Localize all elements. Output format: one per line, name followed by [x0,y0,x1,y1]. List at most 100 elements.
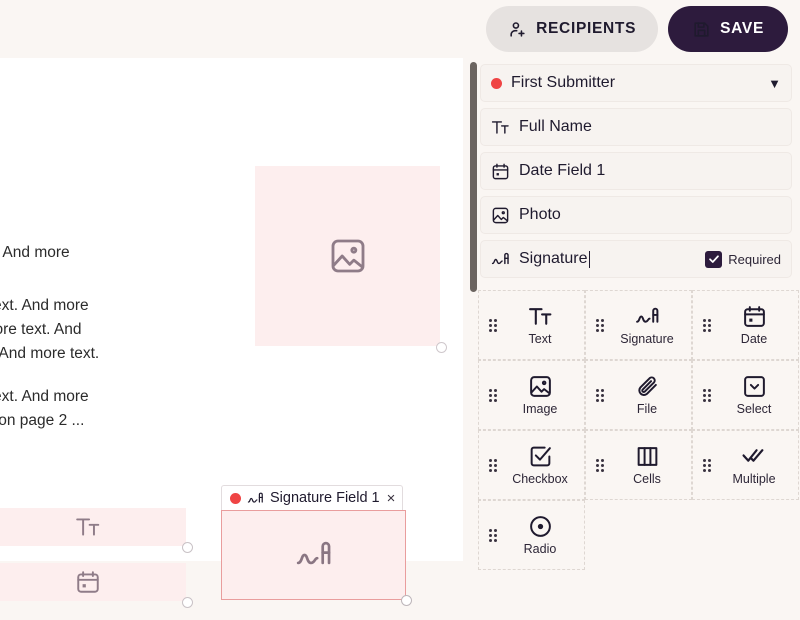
field-label: Photo [519,206,561,223]
required-toggle[interactable]: Required [705,250,781,268]
date-icon [492,163,509,179]
drag-handle-icon[interactable] [702,458,711,472]
submitter-selector[interactable]: First Submitter ▼ [480,64,792,102]
palette-label: Select [736,402,772,416]
field-list: First Submitter ▼ Full Name Date Field 1 [480,64,792,284]
text-icon [491,120,509,134]
palette-item-file[interactable]: File [585,360,692,430]
chevron-down-icon[interactable]: ▼ [768,76,781,91]
resize-handle[interactable] [401,595,412,606]
signature-icon [635,307,658,323]
palette-label: File [636,402,658,416]
document-line: ext. And more [0,244,70,261]
submitter-name: First Submitter [511,74,616,91]
add-user-icon [510,21,525,37]
document-page: ext. And more ore text. And more nd more… [0,58,463,608]
save-disk-icon [694,21,709,37]
save-button[interactable]: SAVE [668,6,788,52]
document-line: ore text. And more [0,388,89,405]
field-type-palette: Text Signature Date Image File Select Ch… [478,290,800,570]
document-viewport[interactable]: ext. And more ore text. And more nd more… [0,58,463,620]
palette-item-multiple[interactable]: Multiple [692,430,799,500]
field-label: Date Field 1 [519,162,606,179]
required-label: Required [728,251,781,267]
palette-item-cells[interactable]: Cells [585,430,692,500]
field-row-full-name[interactable]: Full Name [480,108,792,146]
palette-item-select[interactable]: Select [692,360,799,430]
close-icon[interactable]: × [387,491,396,506]
recipients-button[interactable]: RECIPIENTS [486,6,659,52]
palette-item-checkbox[interactable]: Checkbox [478,430,585,500]
drag-handle-icon[interactable] [595,318,604,332]
palette-label: Image [522,402,558,416]
top-toolbar: RECIPIENTS SAVE [0,0,800,58]
multiple-icon [741,449,763,462]
field-name-input[interactable]: Signature [519,250,696,268]
palette-label: Radio [523,542,557,556]
drag-handle-icon[interactable] [488,458,497,472]
document-line: inued on page 2 ... [0,412,85,429]
panel-scrollbar[interactable] [470,62,477,292]
resize-handle[interactable] [182,542,193,553]
palette-label: Date [740,332,768,346]
palette-label: Signature [620,332,674,346]
drag-handle-icon[interactable] [595,458,604,472]
document-date-field[interactable] [0,563,193,608]
field-row-signature[interactable]: Signature Required [480,240,792,278]
palette-item-text[interactable]: Text [478,290,585,360]
date-icon [743,306,765,327]
palette-label: Cells [633,472,661,486]
field-row-photo[interactable]: Photo [480,196,792,234]
submitter-color-dot [230,492,241,504]
document-line: ext. And more text. [0,345,100,362]
image-icon [529,376,551,397]
signature-field-label-bar[interactable]: Signature Field 1 × [221,485,404,510]
drag-handle-icon[interactable] [595,388,604,402]
palette-item-signature[interactable]: Signature [585,290,692,360]
signature-icon [491,252,509,264]
drag-handle-icon[interactable] [488,528,497,542]
palette-item-date[interactable]: Date [692,290,799,360]
select-icon [743,376,765,397]
palette-label: Checkbox [512,472,568,486]
drag-handle-icon[interactable] [702,388,711,402]
radio-icon [529,516,551,537]
document-line: ore text. And more [0,297,89,314]
palette-empty-cell [692,500,799,570]
document-signature-field[interactable] [221,510,412,606]
date-icon [77,571,99,593]
field-label: Signature [519,250,588,267]
drag-handle-icon[interactable] [702,318,711,332]
palette-label: Multiple [732,472,776,486]
drag-handle-icon[interactable] [488,388,497,402]
resize-handle[interactable] [182,597,193,608]
save-label: SAVE [720,20,764,37]
resize-handle[interactable] [436,342,447,353]
check-icon [708,255,719,263]
palette-label: Text [528,332,552,346]
checkbox-icon [530,446,551,467]
document-text-field[interactable] [0,508,193,553]
file-icon [637,376,657,396]
text-icon [528,308,551,325]
submitter-color-dot [491,77,502,89]
image-icon [492,207,509,223]
drag-handle-icon[interactable] [488,318,497,332]
field-label: Full Name [519,118,592,135]
image-icon [331,239,364,273]
palette-item-image[interactable]: Image [478,360,585,430]
palette-empty-cell [585,500,692,570]
field-row-date[interactable]: Date Field 1 [480,152,792,190]
document-image-field[interactable] [255,166,447,353]
cells-icon [637,447,657,466]
signature-icon [296,541,330,565]
form-builder-app: RECIPIENTS SAVE ext. And more ore text. … [0,0,800,620]
text-icon [76,518,100,536]
text-cursor [588,250,590,268]
checkbox-checked[interactable] [705,250,723,268]
recipients-label: RECIPIENTS [536,20,637,37]
palette-item-radio[interactable]: Radio [478,500,585,570]
signature-icon [247,492,263,503]
document-line: nd more text. And [0,321,82,338]
signature-field-label: Signature Field 1 [270,490,380,506]
